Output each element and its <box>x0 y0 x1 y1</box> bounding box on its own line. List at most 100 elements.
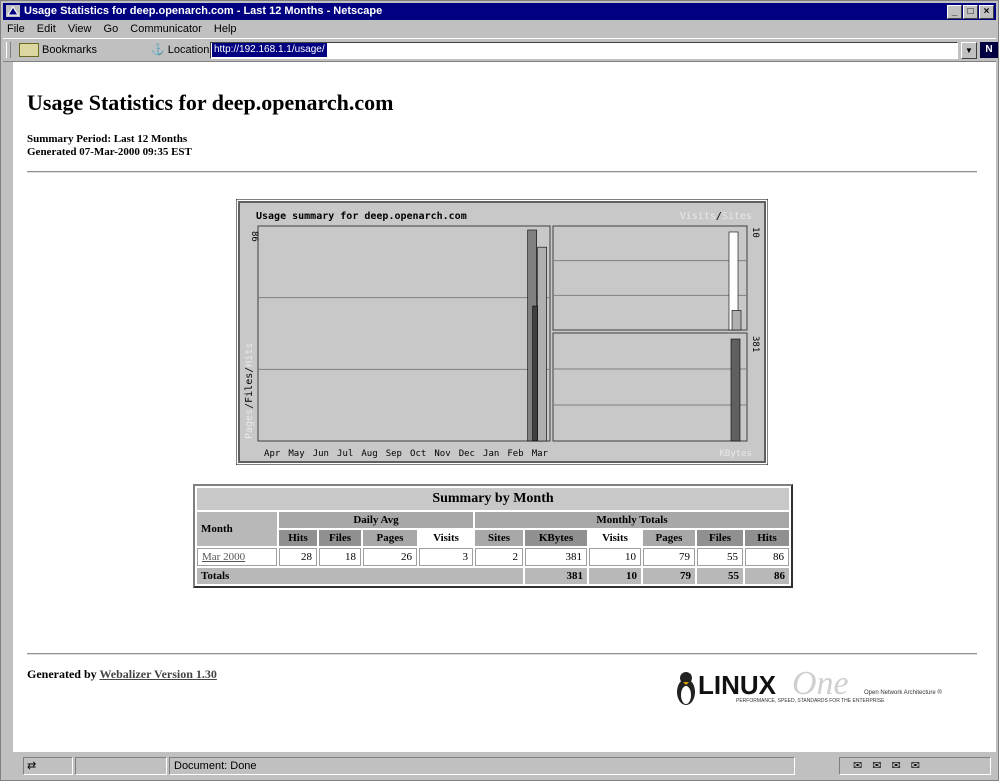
chart-kbytes-label: KBytes <box>719 449 752 459</box>
chart-x-tick-label: Jun <box>313 449 329 459</box>
chart-x-tick-label: Apr <box>264 449 281 459</box>
col-daily-visits: Visits <box>419 530 473 546</box>
logo-tagline1: Open Network Architecture ® <box>864 689 942 696</box>
component-bar[interactable]: ✉✉✉✉ <box>839 757 991 775</box>
minimize-button[interactable]: _ <box>947 5 962 19</box>
total-files: 55 <box>697 568 743 584</box>
cell-daily-visits: 3 <box>419 548 473 566</box>
chart-left-max-label: 86 <box>249 231 259 242</box>
total-visits: 10 <box>589 568 641 584</box>
table-row: Mar 2000 28 18 26 3 2 381 10 79 55 86 <box>197 548 789 566</box>
status-text: Document: Done <box>169 757 795 775</box>
location-toolbar: Bookmarks ⚓ Location: http://192.168.1.1… <box>3 38 998 62</box>
webalizer-link[interactable]: Webalizer Version 1.30 <box>99 667 216 681</box>
chart-right-bottom-max-label: 381 <box>750 336 760 352</box>
logo-brand: LINUX <box>698 670 777 700</box>
logo-one: One <box>792 665 849 702</box>
chart-x-tick-label: May <box>288 449 305 459</box>
bookmarks-button[interactable]: Bookmarks <box>19 43 98 58</box>
linux-one-logo: LINUX One Open Network Architecture ® PE… <box>677 665 942 705</box>
chart-legend-right: Visits/Sites <box>680 211 752 222</box>
chart-x-tick-label: Mar <box>532 449 549 459</box>
chart-x-tick-label: Sep <box>386 449 402 459</box>
cell-monthly-visits: 10 <box>589 548 641 566</box>
col-monthly-sites: Sites <box>475 530 523 546</box>
title-bar[interactable]: Usage Statistics for deep.openarch.com -… <box>3 3 996 20</box>
divider-top <box>27 171 977 173</box>
status-bar: ⇄ Document: Done ✉✉✉✉ <box>3 754 996 778</box>
monthly-totals-header: Monthly Totals <box>475 512 789 528</box>
menu-bar: File Edit View Go Communicator Help <box>3 21 996 37</box>
chart-y-label: Pages/Files/Hits <box>244 343 255 439</box>
total-hits: 86 <box>745 568 789 584</box>
maximize-button[interactable]: □ <box>963 5 978 19</box>
daily-avg-header: Daily Avg <box>279 512 473 528</box>
cell-monthly-files: 55 <box>697 548 743 566</box>
location-dropdown-button[interactable]: ▼ <box>961 42 977 59</box>
connection-icon: ⇄ <box>24 760 37 772</box>
col-daily-pages: Pages <box>363 530 417 546</box>
month-link[interactable]: Mar 2000 <box>197 548 277 566</box>
penguin-icon <box>677 672 695 705</box>
location-text: Location: <box>167 44 213 56</box>
totals-row: Totals 381 10 79 55 86 <box>197 568 789 584</box>
chart-left-plot <box>257 225 551 442</box>
page-content: Usage Statistics for deep.openarch.com S… <box>13 62 996 752</box>
menu-file[interactable]: File <box>7 23 25 35</box>
total-kbytes: 381 <box>525 568 587 584</box>
cell-monthly-hits: 86 <box>745 548 789 566</box>
logo-tagline2: PERFORMANCE, SPEED, STANDARDS FOR THE EN… <box>736 698 885 704</box>
footer-prefix: Generated by <box>27 667 100 681</box>
summary-period: Summary Period: Last 12 Months <box>27 133 188 145</box>
browser-window: Usage Statistics for deep.openarch.com -… <box>0 0 999 781</box>
col-monthly-kbytes: KBytes <box>525 530 587 546</box>
cell-daily-files: 18 <box>319 548 361 566</box>
toolbar-grip[interactable] <box>6 42 11 58</box>
chart-x-tick-label: Aug <box>361 449 377 459</box>
menu-edit[interactable]: Edit <box>37 23 56 35</box>
cell-monthly-pages: 79 <box>643 548 695 566</box>
col-daily-hits: Hits <box>279 530 317 546</box>
left-frame <box>3 62 11 752</box>
netscape-logo-icon: N <box>980 42 998 58</box>
security-indicator[interactable]: ⇄ <box>23 757 73 775</box>
cell-monthly-sites: 2 <box>475 548 523 566</box>
chart-title: Usage summary for deep.openarch.com <box>256 211 467 222</box>
menu-communicator[interactable]: Communicator <box>130 23 202 35</box>
chart-x-tick-label: Nov <box>434 449 450 459</box>
location-icon[interactable]: ⚓ <box>151 44 165 56</box>
col-monthly-files: Files <box>697 530 743 546</box>
cell-monthly-kbytes: 381 <box>525 548 587 566</box>
chart-bar-pages <box>537 246 547 442</box>
netscape-icon <box>6 5 20 17</box>
bookmarks-icon <box>19 43 39 58</box>
chart-right-bottom-plot <box>552 332 748 442</box>
chart-x-tick-label: Jul <box>337 449 353 459</box>
col-monthly-visits: Visits <box>589 530 641 546</box>
menu-view[interactable]: View <box>68 23 92 35</box>
location-value: http://192.168.1.1/usage/ <box>212 43 327 57</box>
cell-daily-hits: 28 <box>279 548 317 566</box>
chart-x-tick-label: Oct <box>410 449 426 459</box>
chart-right-top-max-label: 10 <box>750 227 760 238</box>
cell-daily-pages: 26 <box>363 548 417 566</box>
menu-help[interactable]: Help <box>214 23 237 35</box>
location-input[interactable]: http://192.168.1.1/usage/ <box>210 42 958 59</box>
divider-bottom <box>27 653 977 655</box>
usage-summary-chart: Usage summary for deep.openarch.com Visi… <box>236 199 768 465</box>
col-daily-files: Files <box>319 530 361 546</box>
location-label: ⚓ Location: <box>151 43 212 57</box>
summary-heading: Summary by Month <box>197 488 789 510</box>
chart-x-tick-label: Feb <box>507 449 523 459</box>
col-monthly-pages: Pages <box>643 530 695 546</box>
totals-label: Totals <box>197 568 523 584</box>
bookmarks-label: Bookmarks <box>42 44 98 56</box>
page-title: Usage Statistics for deep.openarch.com <box>27 90 394 115</box>
menu-go[interactable]: Go <box>104 23 119 35</box>
chart-x-tick-label: Dec <box>459 449 475 459</box>
footer-generated-by: Generated by Webalizer Version 1.30 <box>27 667 217 682</box>
close-button[interactable]: × <box>979 5 994 19</box>
chart-bar-sites <box>731 310 742 331</box>
progress-bar <box>75 757 167 775</box>
month-header: Month <box>197 512 277 546</box>
